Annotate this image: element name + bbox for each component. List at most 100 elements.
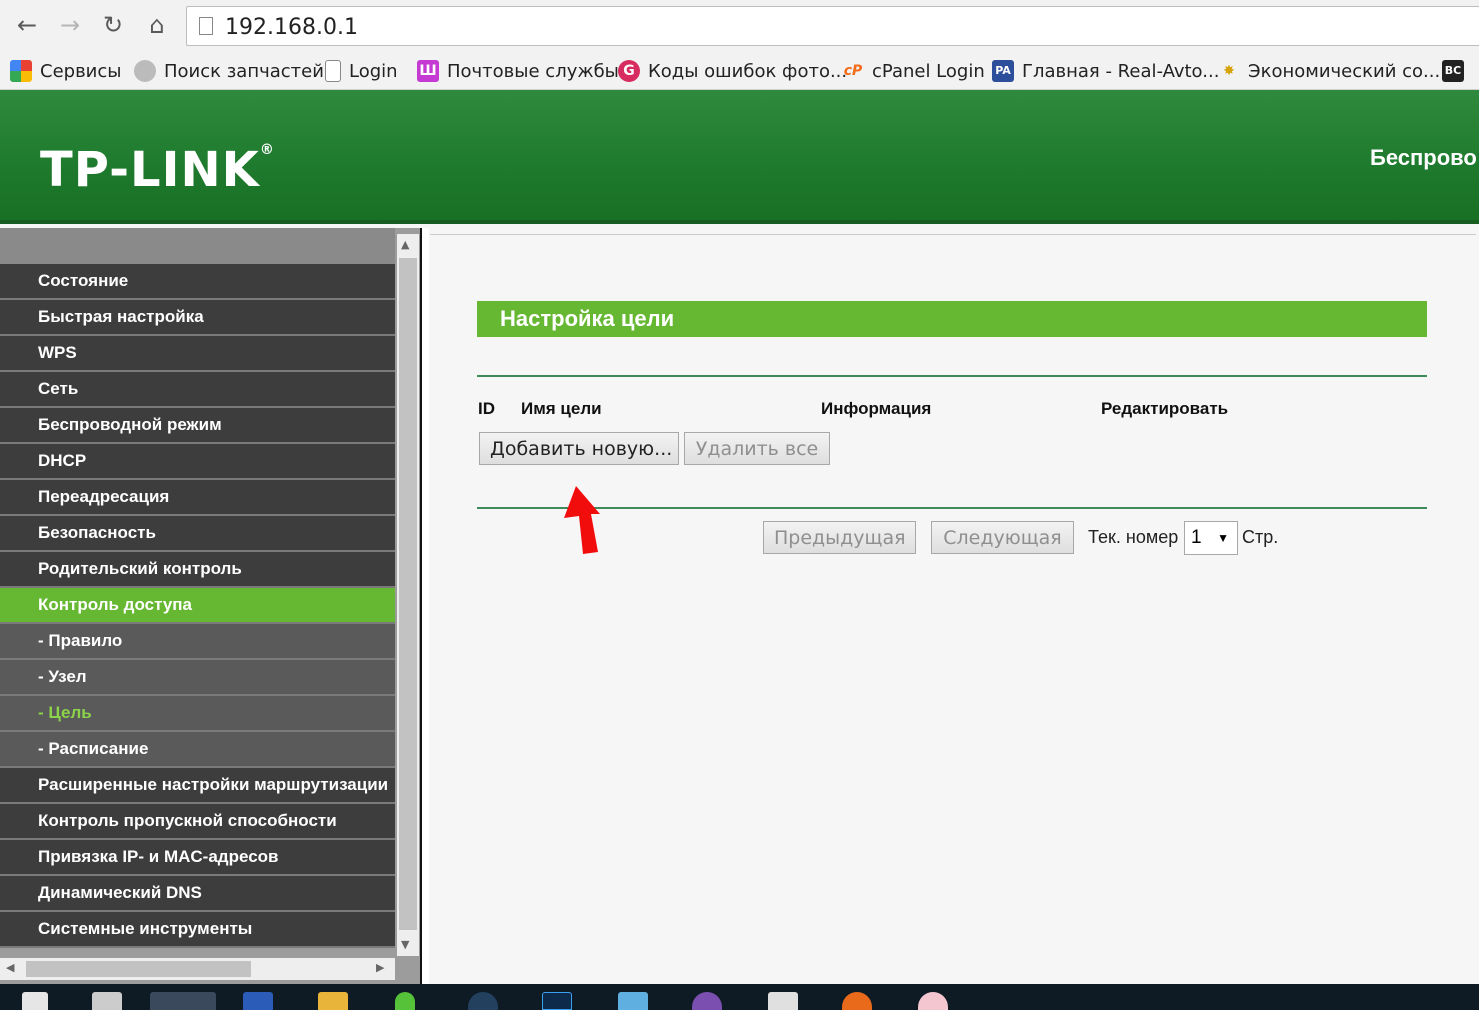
bookmark-label: Поиск запчастей — [164, 60, 324, 82]
menu-vertical-scrollbar[interactable]: ▲ ▼ — [397, 234, 419, 956]
sidebar-item-wps[interactable]: WPS — [0, 336, 395, 372]
router-header: TP-LINK® Беспрово — [0, 90, 1479, 224]
bookmark-label: Главная - Real-Avto... — [1022, 60, 1220, 82]
sidebar-item-ddns[interactable]: Динамический DNS — [0, 876, 395, 912]
reload-icon[interactable]: ↻ — [98, 10, 128, 40]
page-number-value: 1 — [1191, 527, 1202, 548]
page-title: Настройка цели — [500, 306, 675, 331]
utility-icon[interactable] — [395, 992, 415, 1010]
gear-icon — [134, 60, 156, 82]
menu-top-spacer — [0, 228, 395, 264]
viber-icon[interactable] — [692, 992, 722, 1010]
bookmark-label: cPanel Login — [872, 60, 985, 82]
delete-all-button[interactable]: Удалить все — [684, 432, 830, 465]
apps-grid-icon — [10, 60, 32, 82]
menu-list: Состояние Быстрая настройка WPS Сеть Бес… — [0, 264, 395, 948]
page-icon — [199, 17, 213, 35]
bookmark-apps[interactable]: Сервисы — [10, 58, 121, 84]
back-icon[interactable]: ← — [12, 10, 42, 40]
red-arrow-annotation — [564, 486, 600, 554]
photoshop-icon[interactable] — [542, 992, 572, 1010]
header-model-text: Беспрово — [1370, 145, 1477, 170]
chrome-taskbar-icon[interactable] — [150, 992, 216, 1010]
task-view-icon[interactable] — [92, 992, 122, 1010]
bc-icon: BC — [1442, 60, 1464, 82]
home-icon[interactable]: ⌂ — [142, 10, 172, 40]
url-text: 192.168.0.1 — [225, 15, 358, 40]
image-viewer-icon[interactable] — [618, 992, 648, 1010]
bookmark-mail[interactable]: Ш Почтовые службы — [417, 58, 619, 84]
bookmark-parts-search[interactable]: Поиск запчастей — [134, 58, 324, 84]
bookmark-error-codes[interactable]: G Коды ошибок фото... — [618, 58, 847, 84]
column-header-edit: Редактировать — [1101, 399, 1229, 418]
divider-line — [477, 375, 1427, 377]
main-panel: Настройка цели ID Имя цели Информация Ре… — [430, 234, 1476, 984]
page-suffix-label: Стр. — [1242, 527, 1279, 547]
section-title-bar: Настройка цели — [477, 301, 1427, 337]
sidebar-item-access-control[interactable]: Контроль доступа — [0, 588, 395, 624]
sidebar-item-quick-setup[interactable]: Быстрая настройка — [0, 300, 395, 336]
sidebar-item-host[interactable]: - Узел — [0, 660, 395, 696]
menu-horizontal-scrollbar[interactable]: ◀ ▶ — [0, 958, 395, 980]
frame-divider — [420, 228, 429, 984]
sidebar-menu: Состояние Быстрая настройка WPS Сеть Бес… — [0, 228, 420, 984]
scrollbar-thumb[interactable] — [26, 961, 251, 977]
bookmarks-bar: Сервисы Поиск запчастей Login Ш Почтовые… — [0, 52, 1479, 90]
app-icon[interactable] — [918, 992, 948, 1010]
bookmark-label: Почтовые службы — [447, 60, 619, 82]
sidebar-item-network[interactable]: Сеть — [0, 372, 395, 408]
mail-service-icon: Ш — [417, 60, 439, 82]
sidebar-item-security[interactable]: Безопасность — [0, 516, 395, 552]
sidebar-item-dhcp[interactable]: DHCP — [0, 444, 395, 480]
real-avto-icon: PA — [992, 60, 1014, 82]
scroll-up-icon[interactable]: ▲ — [401, 238, 409, 251]
bookmark-label: Сервисы — [40, 60, 122, 82]
sidebar-item-status[interactable]: Состояние — [0, 264, 395, 300]
divider-line — [477, 507, 1427, 509]
bookmark-real-avto[interactable]: PA Главная - Real-Avto... — [992, 58, 1219, 84]
address-bar[interactable]: 192.168.0.1 — [186, 6, 1479, 46]
folder-icon[interactable] — [318, 992, 348, 1010]
sidebar-item-parental-control[interactable]: Родительский контроль — [0, 552, 395, 588]
previous-page-button[interactable]: Предыдущая — [763, 521, 916, 554]
sidebar-item-forwarding[interactable]: Переадресация — [0, 480, 395, 516]
bookmark-label: Login — [349, 60, 398, 82]
column-header-name: Имя цели — [521, 399, 602, 418]
forward-icon[interactable]: → — [55, 10, 85, 40]
column-header-id: ID — [478, 399, 495, 418]
windows-start-icon[interactable] — [22, 992, 48, 1010]
next-page-button[interactable]: Следующая — [931, 521, 1074, 554]
site-favicon-icon: G — [618, 60, 640, 82]
bookmark-login[interactable]: Login — [325, 58, 398, 84]
sun-icon: ✸ — [1223, 63, 1235, 79]
chevron-down-icon: ▼ — [1217, 531, 1229, 545]
bookmark-overflow[interactable]: BC — [1442, 58, 1472, 84]
sidebar-item-wireless[interactable]: Беспроводной режим — [0, 408, 395, 444]
sidebar-item-target[interactable]: - Цель — [0, 696, 395, 732]
sidebar-item-bandwidth-control[interactable]: Контроль пропускной способности — [0, 804, 395, 840]
scroll-right-icon[interactable]: ▶ — [376, 961, 384, 974]
cpanel-icon: cP — [843, 63, 863, 79]
sidebar-item-advanced-routing[interactable]: Расширенные настройки маршрутизации — [0, 768, 395, 804]
column-header-info: Информация — [821, 399, 932, 418]
bookmark-cpanel[interactable]: cP cPanel Login — [842, 58, 985, 84]
steam-icon[interactable] — [468, 992, 498, 1010]
scrollbar-thumb[interactable] — [399, 258, 417, 930]
scroll-down-icon[interactable]: ▼ — [401, 938, 409, 951]
browser-toolbar: ← → ↻ ⌂ 192.168.0.1 — [0, 0, 1479, 52]
add-new-button[interactable]: Добавить новую... — [479, 432, 679, 465]
sidebar-item-schedule[interactable]: - Расписание — [0, 732, 395, 768]
save-app-icon[interactable] — [243, 992, 273, 1010]
calculator-icon[interactable] — [768, 992, 798, 1010]
firefox-icon[interactable] — [842, 992, 872, 1010]
bookmark-label: Коды ошибок фото... — [648, 60, 848, 82]
page-number-select[interactable]: 1 ▼ — [1184, 521, 1238, 555]
bookmark-economic[interactable]: ✸ Экономический со... — [1218, 58, 1440, 84]
os-taskbar — [0, 984, 1479, 1010]
sidebar-item-system-tools[interactable]: Системные инструменты — [0, 912, 395, 948]
sidebar-item-ip-mac-binding[interactable]: Привязка IP- и MAC-адресов — [0, 840, 395, 876]
tp-link-logo: TP-LINK® — [40, 142, 275, 198]
sidebar-item-rule[interactable]: - Правило — [0, 624, 395, 660]
scroll-left-icon[interactable]: ◀ — [6, 961, 14, 974]
page-number-label: Тек. номер — [1088, 527, 1179, 547]
